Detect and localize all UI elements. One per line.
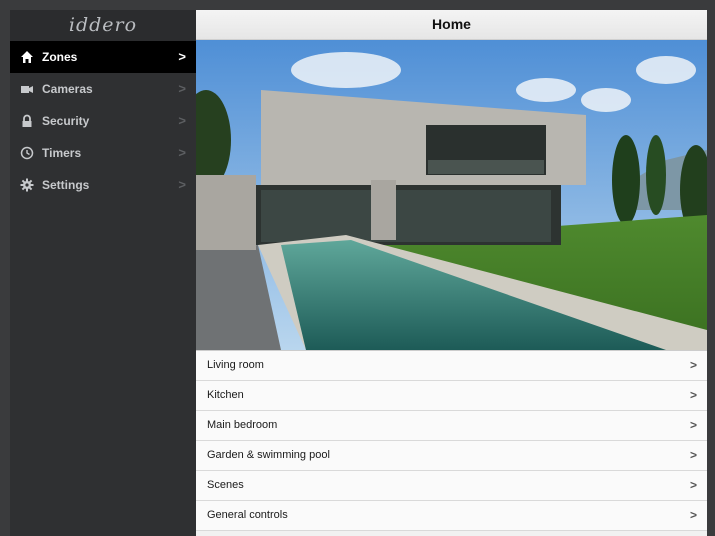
home-photo	[196, 40, 707, 350]
sidebar-item-timers[interactable]: Timers >	[10, 137, 196, 169]
home-icon	[20, 50, 34, 64]
chevron-right-icon: >	[178, 81, 186, 96]
sidebar-item-label: Security	[42, 114, 90, 128]
chevron-right-icon: >	[178, 145, 186, 160]
sidebar-item-label: Zones	[42, 50, 78, 64]
sidebar-item-cameras[interactable]: Cameras >	[10, 73, 196, 105]
sidebar-item-label: Timers	[42, 146, 82, 160]
chevron-right-icon: >	[178, 113, 186, 128]
chevron-right-icon: >	[689, 358, 697, 372]
list-item[interactable]: Kitchen >	[196, 381, 707, 411]
app-frame: iddero Zones > Cameras > Security > Time…	[10, 10, 707, 536]
chevron-right-icon: >	[689, 508, 697, 522]
list-item[interactable]: Garden & swimming pool >	[196, 441, 707, 471]
chevron-right-icon: >	[689, 388, 697, 402]
list-item[interactable]: Living room >	[196, 351, 707, 381]
main-panel: Home Living room > Kitchen > Main bedroo…	[196, 10, 707, 536]
zone-label: Kitchen	[207, 389, 244, 401]
clock-icon	[20, 146, 34, 160]
chevron-right-icon: >	[689, 448, 697, 462]
lock-icon	[20, 114, 34, 128]
chevron-right-icon: >	[178, 177, 186, 192]
chevron-right-icon: >	[689, 418, 697, 432]
sidebar: iddero Zones > Cameras > Security > Time…	[10, 10, 196, 536]
list-item[interactable]: Scenes >	[196, 471, 707, 501]
page-title: Home	[196, 10, 707, 40]
zone-label: Living room	[207, 359, 264, 371]
sidebar-item-zones[interactable]: Zones >	[10, 41, 196, 73]
list-item[interactable]: Main bedroom >	[196, 411, 707, 441]
gear-icon	[20, 178, 34, 192]
zone-label: Scenes	[207, 479, 244, 491]
zone-list: Living room > Kitchen > Main bedroom > G…	[196, 350, 707, 531]
list-item[interactable]: General controls >	[196, 501, 707, 531]
app-logo: iddero	[10, 10, 196, 41]
sidebar-item-label: Cameras	[42, 82, 93, 96]
chevron-right-icon: >	[178, 49, 186, 64]
sidebar-item-security[interactable]: Security >	[10, 105, 196, 137]
zone-label: Garden & swimming pool	[207, 449, 330, 461]
sidebar-item-label: Settings	[42, 178, 90, 192]
chevron-right-icon: >	[689, 478, 697, 492]
zone-label: Main bedroom	[207, 419, 278, 431]
camera-icon	[20, 82, 34, 96]
sidebar-item-settings[interactable]: Settings >	[10, 169, 196, 201]
zone-label: General controls	[207, 509, 288, 521]
